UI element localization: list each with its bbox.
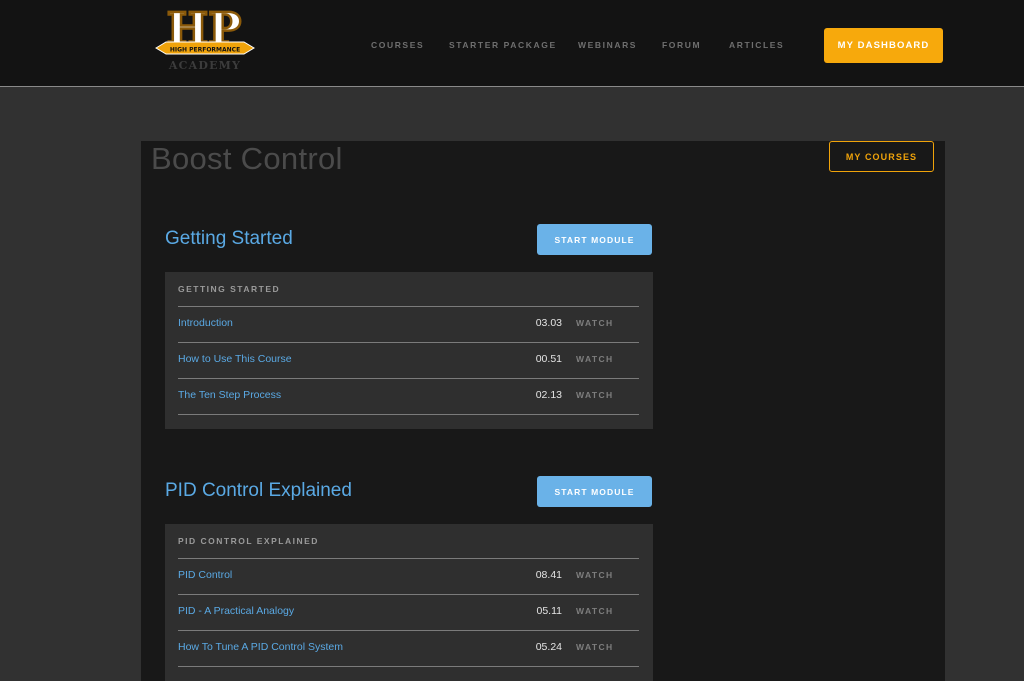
start-module-button[interactable]: START MODULE: [537, 224, 652, 255]
lesson-link[interactable]: Introduction: [178, 317, 233, 329]
nav-forum[interactable]: FORUM: [662, 40, 701, 50]
lesson-list: GETTING STARTED Introduction 03.03 WATCH…: [165, 272, 653, 429]
lesson-duration: 08.41: [535, 569, 562, 581]
lesson-link[interactable]: How to Use This Course: [178, 353, 292, 365]
watch-button[interactable]: WATCH: [576, 570, 614, 580]
nav-courses[interactable]: COURSES: [371, 40, 424, 50]
divider: [178, 414, 639, 415]
lesson-duration: 05.24: [535, 641, 562, 653]
watch-button[interactable]: WATCH: [576, 390, 614, 400]
page-title: Boost Control: [151, 141, 343, 176]
hp-academy-logo[interactable]: HP HIGH PERFORMANCE ACADEMY: [154, 2, 256, 72]
lesson-row: PID - A Practical Analogy 05.11 WATCH: [178, 595, 639, 630]
lesson-row: PID Control 08.41 WATCH: [178, 559, 639, 594]
nav-webinars[interactable]: WEBINARS: [578, 40, 637, 50]
my-courses-button[interactable]: MY COURSES: [829, 141, 934, 172]
lesson-link[interactable]: PID - A Practical Analogy: [178, 605, 294, 617]
lesson-list: PID CONTROL EXPLAINED PID Control 08.41 …: [165, 524, 653, 681]
lesson-list-heading: PID CONTROL EXPLAINED: [178, 536, 319, 546]
logo-subtext: ACADEMY: [168, 59, 241, 72]
lesson-duration: 03.03: [535, 317, 562, 329]
lesson-link[interactable]: The Ten Step Process: [178, 389, 281, 401]
lesson-duration: 00.51: [535, 353, 562, 365]
lesson-duration: 05.11: [536, 605, 563, 617]
course-panel: Boost Control MY COURSES Getting Started…: [141, 141, 945, 681]
watch-button[interactable]: WATCH: [576, 606, 614, 616]
lesson-row: How to Use This Course 00.51 WATCH: [178, 343, 639, 378]
lesson-list-heading: GETTING STARTED: [178, 284, 281, 294]
module-title: PID Control Explained: [165, 480, 352, 501]
lesson-row: The Ten Step Process 02.13 WATCH: [178, 379, 639, 414]
lesson-row: Introduction 03.03 WATCH: [178, 307, 639, 342]
my-dashboard-button[interactable]: MY DASHBOARD: [824, 28, 943, 63]
nav-articles[interactable]: ARTICLES: [729, 40, 784, 50]
top-bar: HP HIGH PERFORMANCE ACADEMY COURSES STAR…: [0, 0, 1024, 87]
lesson-duration: 02.13: [535, 389, 562, 401]
start-module-button[interactable]: START MODULE: [537, 476, 652, 507]
lesson-link[interactable]: How To Tune A PID Control System: [178, 641, 343, 653]
watch-button[interactable]: WATCH: [576, 354, 614, 364]
watch-button[interactable]: WATCH: [576, 642, 614, 652]
lesson-link[interactable]: PID Control: [178, 569, 232, 581]
nav-starter-package[interactable]: STARTER PACKAGE: [449, 40, 557, 50]
lesson-row: How To Tune A PID Control System 05.24 W…: [178, 631, 639, 666]
watch-button[interactable]: WATCH: [576, 318, 614, 328]
module-title: Getting Started: [165, 228, 293, 249]
divider: [178, 666, 639, 667]
